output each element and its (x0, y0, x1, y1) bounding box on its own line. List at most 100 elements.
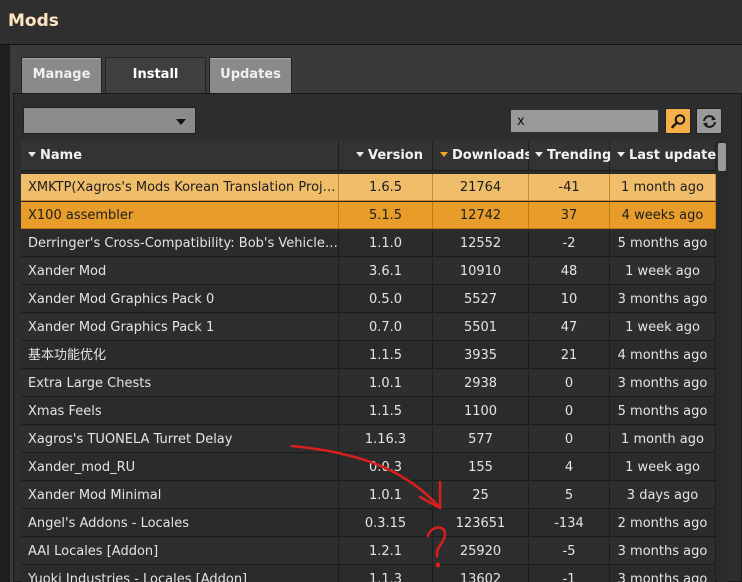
table-row[interactable]: 基本功能优化 1.1.5 3935 21 4 months ago (21, 342, 716, 370)
mod-last-updated: 1 week ago (610, 454, 716, 481)
mod-last-updated: 3 months ago (610, 370, 716, 397)
tab-install[interactable]: Install (105, 57, 206, 94)
column-header-trending[interactable]: Trending (529, 141, 611, 171)
mod-last-updated: 3 months ago (610, 538, 716, 565)
mod-name: Xander_mod_RU (21, 454, 339, 481)
column-header-name[interactable]: Name (21, 141, 339, 171)
window-title: Mods (8, 11, 59, 31)
mod-trending: -5 (529, 538, 610, 565)
column-header-last-updated[interactable]: Last updated (610, 141, 716, 171)
mod-version: 5.1.5 (339, 202, 433, 229)
filter-dropdown[interactable] (23, 107, 196, 134)
mod-name: Xmas Feels (21, 398, 339, 425)
mod-last-updated: 3 days ago (610, 482, 716, 509)
mod-last-updated: 4 weeks ago (610, 202, 716, 229)
mod-name: Angel's Addons - Locales (21, 510, 339, 537)
table-row[interactable]: Xagros's TUONELA Turret Delay 1.16.3 577… (21, 426, 716, 454)
mod-downloads: 12552 (433, 230, 529, 257)
table-row[interactable]: AAI Locales [Addon] 1.2.1 25920 -5 3 mon… (21, 538, 716, 566)
mod-name: Xagros's TUONELA Turret Delay (21, 426, 339, 453)
mod-version: 1.1.0 (339, 230, 433, 257)
table-row[interactable]: Xander Mod 3.6.1 10910 48 1 week ago (21, 258, 716, 286)
table-row[interactable]: XMKTP(Xagros's Mods Korean Translation P… (21, 174, 716, 202)
refresh-icon (703, 115, 716, 128)
mod-last-updated: 1 week ago (610, 258, 716, 285)
mod-name: 基本功能优化 (21, 342, 339, 369)
sort-triangle-icon (356, 152, 364, 157)
mod-downloads: 123651 (433, 510, 529, 537)
mod-downloads: 25 (433, 482, 529, 509)
table-row[interactable]: Xmas Feels 1.1.5 1100 0 5 months ago (21, 398, 716, 426)
title-bar: Mods (0, 0, 742, 45)
magnifier-icon (671, 114, 686, 129)
mod-trending: 10 (529, 286, 610, 313)
column-header-version[interactable]: Version (339, 141, 433, 171)
table-row[interactable]: Xander Mod Graphics Pack 0 0.5.0 5527 10… (21, 286, 716, 314)
mod-version: 0.7.0 (339, 314, 433, 341)
mod-trending: 5 (529, 482, 610, 509)
mod-trending: 47 (529, 314, 610, 341)
mod-downloads: 25920 (433, 538, 529, 565)
mod-last-updated: 5 months ago (610, 398, 716, 425)
mod-name: Xander Mod Minimal (21, 482, 339, 509)
mod-trending: 4 (529, 454, 610, 481)
table-row[interactable]: Angel's Addons - Locales 0.3.15 123651 -… (21, 510, 716, 538)
mod-version: 0.5.0 (339, 286, 433, 313)
mod-downloads: 155 (433, 454, 529, 481)
mod-trending: 0 (529, 370, 610, 397)
sort-triangle-icon (617, 152, 625, 157)
mod-downloads: 2938 (433, 370, 529, 397)
refresh-button[interactable] (696, 108, 722, 134)
mod-downloads: 10910 (433, 258, 529, 285)
mod-downloads: 13602 (433, 566, 529, 582)
mod-downloads: 3935 (433, 342, 529, 369)
mod-trending: -134 (529, 510, 610, 537)
mod-version: 1.1.5 (339, 342, 433, 369)
mod-downloads: 5501 (433, 314, 529, 341)
mod-last-updated: 1 month ago (610, 174, 716, 201)
table-row[interactable]: Extra Large Chests 1.0.1 2938 0 3 months… (21, 370, 716, 398)
table-row[interactable]: Xander Mod Graphics Pack 1 0.7.0 5501 47… (21, 314, 716, 342)
mod-last-updated: 3 months ago (610, 566, 716, 582)
mod-version: 1.1.5 (339, 398, 433, 425)
search-button[interactable] (665, 108, 691, 134)
chevron-down-icon (176, 119, 186, 125)
mod-trending: 37 (529, 202, 610, 229)
mod-name: Xander Mod Graphics Pack 1 (21, 314, 339, 341)
mod-version: 1.6.5 (339, 174, 433, 201)
mod-trending: 21 (529, 342, 610, 369)
scrollbar-thumb[interactable] (718, 143, 726, 171)
search-input[interactable] (510, 109, 659, 133)
table-row[interactable]: X100 assembler 5.1.5 12742 37 4 weeks ag… (21, 202, 716, 230)
sort-triangle-icon (28, 152, 36, 157)
mod-trending: -41 (529, 174, 610, 201)
mod-version: 1.2.1 (339, 538, 433, 565)
mod-name: XMKTP(Xagros's Mods Korean Translation P… (21, 174, 339, 201)
mod-version: 1.16.3 (339, 426, 433, 453)
column-header-downloads[interactable]: Downloads (433, 141, 532, 171)
sort-triangle-icon (535, 152, 543, 157)
table-row[interactable]: Xander Mod Minimal 1.0.1 25 5 3 days ago (21, 482, 716, 510)
mod-version: 1.1.3 (339, 566, 433, 582)
mod-trending: 0 (529, 426, 610, 453)
table-row[interactable]: Xander_mod_RU 0.0.3 155 4 1 week ago (21, 454, 716, 482)
table-scrollbar[interactable] (717, 141, 728, 582)
mod-name: X100 assembler (21, 202, 339, 229)
mod-name: Derringer's Cross-Compatibility: Bob's V… (21, 230, 339, 257)
mod-name: AAI Locales [Addon] (21, 538, 339, 565)
mod-trending: -1 (529, 566, 610, 582)
table-row[interactable]: Yuoki Industries - Locales [Addon] 1.1.3… (21, 566, 716, 582)
mod-name: Extra Large Chests (21, 370, 339, 397)
tab-updates[interactable]: Updates (209, 57, 292, 93)
table-row[interactable]: Derringer's Cross-Compatibility: Bob's V… (21, 230, 716, 258)
mods-table: Name Version Downloads Trending Last upd… (21, 141, 716, 582)
mod-downloads: 577 (433, 426, 529, 453)
mod-last-updated: 5 months ago (610, 230, 716, 257)
mod-name: Yuoki Industries - Locales [Addon] (21, 566, 339, 582)
tab-manage[interactable]: Manage (21, 57, 102, 93)
mod-downloads: 12742 (433, 202, 529, 229)
mod-downloads: 21764 (433, 174, 529, 201)
mod-version: 0.3.15 (339, 510, 433, 537)
mod-version: 1.0.1 (339, 370, 433, 397)
mod-last-updated: 4 months ago (610, 342, 716, 369)
